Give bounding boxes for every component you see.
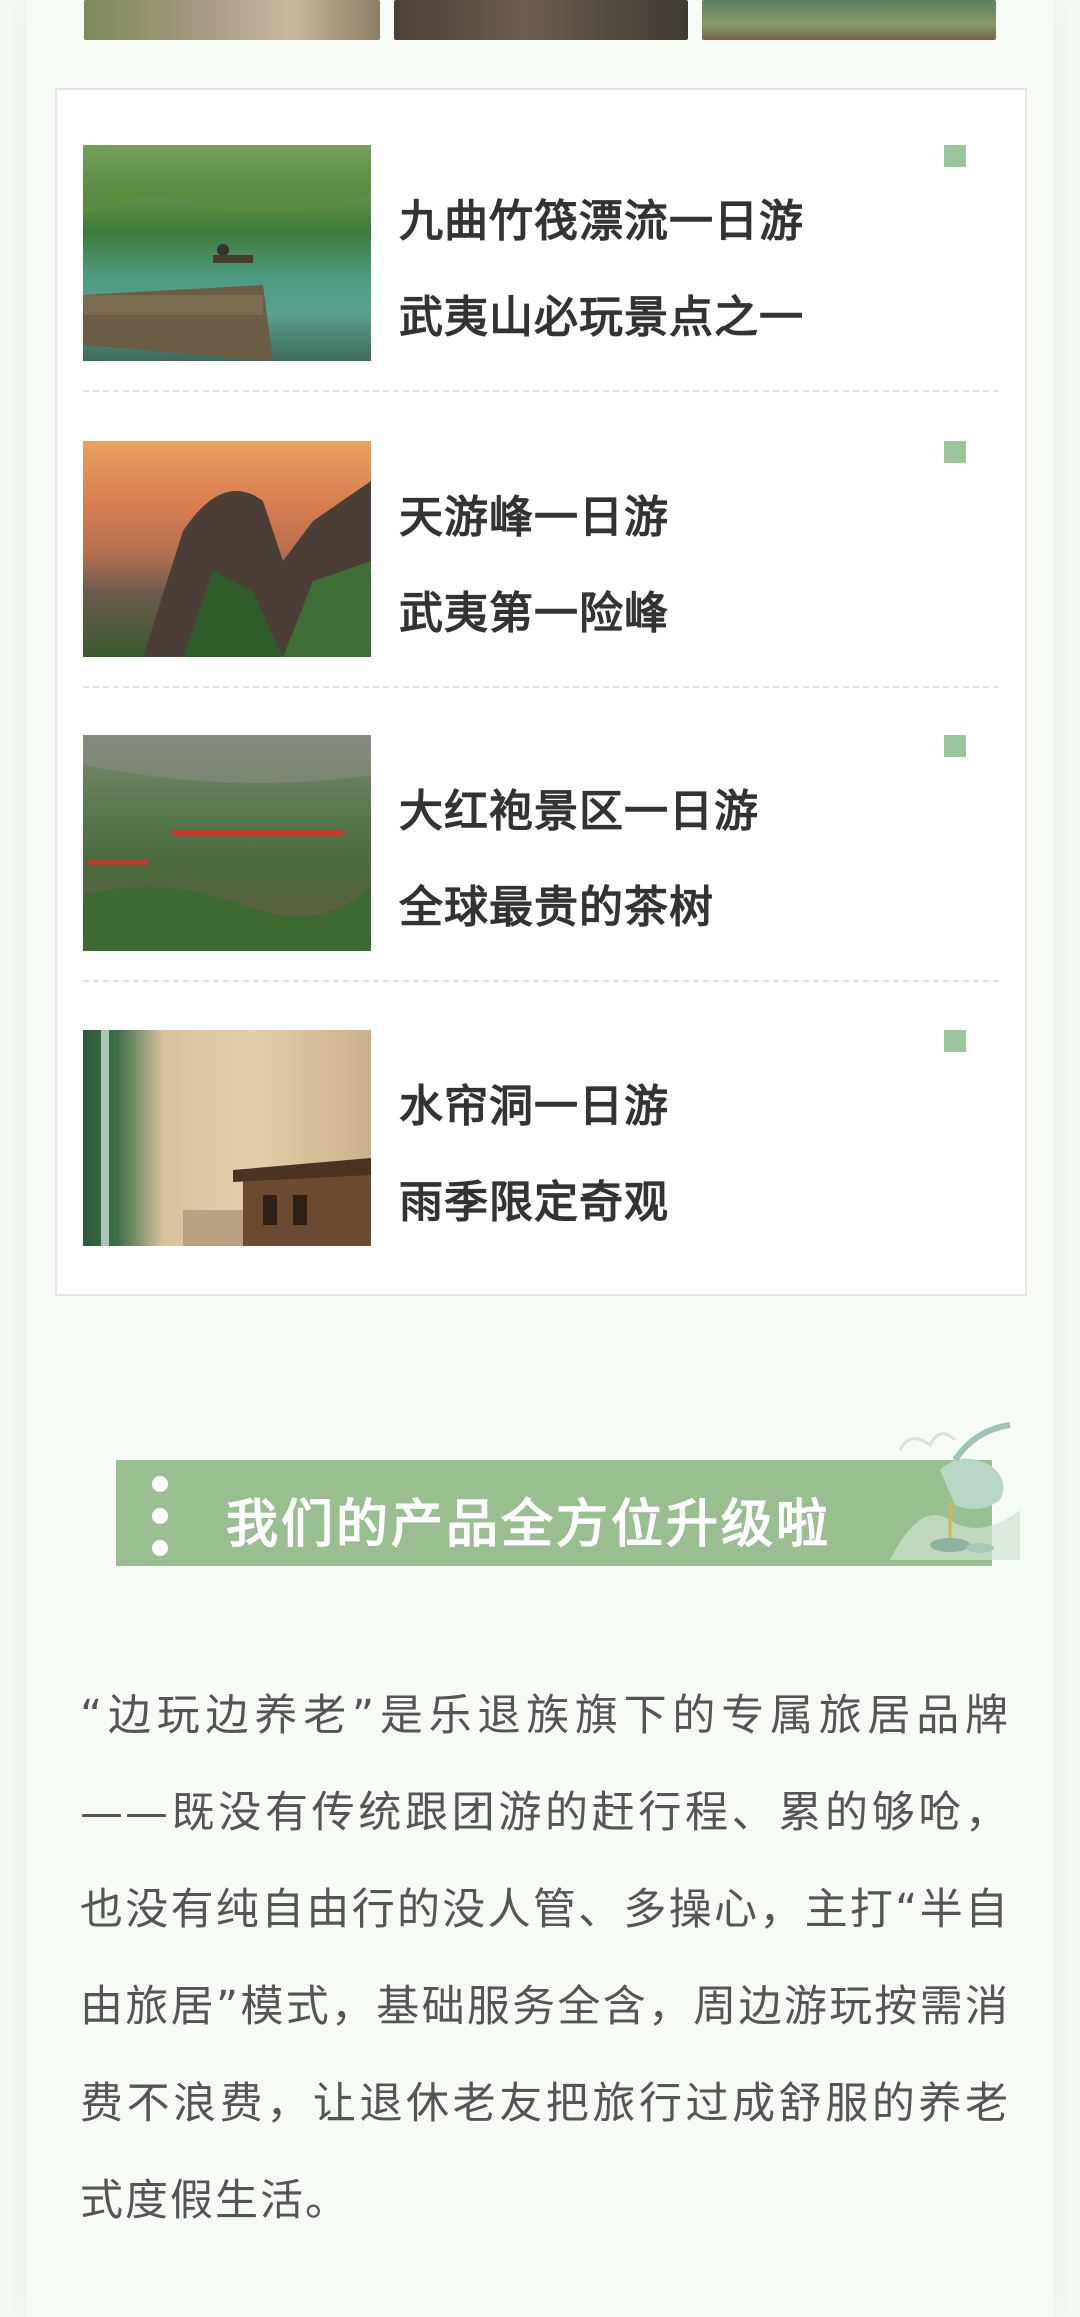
attraction-title: 九曲竹筏漂流一日游 — [399, 196, 804, 247]
product-description: “边玩边养老”是乐退族旗下的专属旅居品牌——既没有传统跟团游的赶行程、累的够呛，… — [80, 1691, 1010, 2226]
attraction-photo[interactable] — [83, 1030, 371, 1246]
square-marker-icon — [944, 735, 966, 757]
attraction-item-water-curtain-cave[interactable]: 水帘洞一日游 雨季限定奇观 — [83, 1030, 999, 1290]
square-marker-icon — [944, 1030, 966, 1052]
attraction-photo[interactable] — [83, 735, 371, 951]
attraction-subtitle: 武夷山必玩景点之一 — [399, 292, 804, 343]
attraction-subtitle: 雨季限定奇观 — [399, 1177, 669, 1228]
dashed-divider — [83, 980, 999, 982]
attraction-title: 水帘洞一日游 — [399, 1081, 669, 1132]
dashed-divider — [83, 686, 999, 688]
square-marker-icon — [944, 145, 966, 167]
attraction-list-card: 九曲竹筏漂流一日游 武夷山必玩景点之一 天游峰一日游 武夷第一险峰 大红袍景区一… — [55, 88, 1027, 1296]
attraction-title: 大红袍景区一日游 — [399, 786, 759, 837]
section-heading-banner: 我们的产品全方位升级啦 — [116, 1460, 992, 1566]
teapot-decoration-icon — [890, 1422, 1020, 1560]
attraction-photo[interactable] — [83, 145, 371, 361]
attraction-subtitle: 全球最贵的茶树 — [399, 882, 714, 933]
attraction-title: 天游峰一日游 — [399, 492, 669, 543]
square-marker-icon — [944, 441, 966, 463]
top-photo-strip — [84, 0, 996, 40]
scenery-photo[interactable] — [394, 0, 688, 40]
section-heading: 我们的产品全方位升级啦 — [226, 1495, 832, 1555]
attraction-photo[interactable] — [83, 441, 371, 657]
vertical-dots-icon — [152, 1476, 172, 1556]
dashed-divider — [83, 390, 999, 392]
attraction-item-tianyou-peak[interactable]: 天游峰一日游 武夷第一险峰 — [83, 441, 999, 701]
attraction-subtitle: 武夷第一险峰 — [399, 588, 669, 639]
scenery-photo[interactable] — [702, 0, 996, 40]
attraction-item-dahongpao[interactable]: 大红袍景区一日游 全球最贵的茶树 — [83, 735, 999, 995]
scenery-photo[interactable] — [84, 0, 380, 40]
attraction-item-bamboo-rafting[interactable]: 九曲竹筏漂流一日游 武夷山必玩景点之一 — [83, 145, 999, 405]
